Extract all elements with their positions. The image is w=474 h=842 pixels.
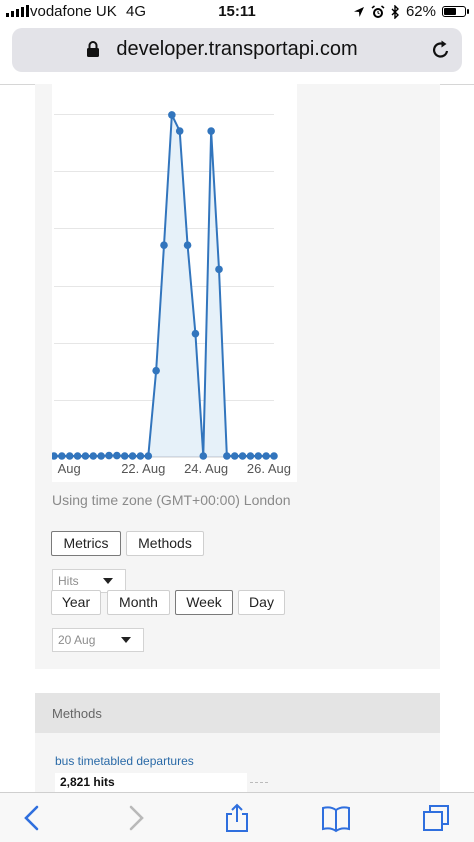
chart-x-tick-label: 26. Aug [247,461,291,476]
chart-data-point [223,452,231,460]
chart-data-point [160,241,168,250]
chart-data-point [215,265,223,274]
metrics-tab[interactable]: Metrics [51,531,121,556]
chart-x-tick-label: 22. Aug [121,461,165,476]
methods-tab[interactable]: Methods [126,531,204,556]
timezone-note: Using time zone (GMT+00:00) London [52,492,291,508]
month-tab[interactable]: Month [107,590,170,615]
week-tab[interactable]: Week [175,590,233,615]
chart-data-point [183,241,192,250]
chart-data-point [238,452,247,460]
day-tab[interactable]: Day [238,590,285,615]
chart-x-tick-label: 24. Aug [184,461,228,476]
battery-icon [442,6,469,17]
chart-data-point [175,127,184,135]
browser-toolbar [0,792,474,842]
chart-x-tick-label: Aug [58,461,81,476]
share-icon[interactable] [222,803,252,833]
chart-data-point [105,451,113,460]
date-select[interactable]: 20 Aug [52,628,144,652]
date-select-value: 20 Aug [58,633,96,647]
chart-data-point [52,452,58,460]
year-tab[interactable]: Year [51,590,101,615]
chart-data-point [144,452,153,460]
chart-data-point [152,366,160,375]
status-bar: vodafone UK 4G 15:11 62% [0,0,474,24]
chart-data-point [207,127,215,135]
url-bar[interactable]: developer.transportapi.com [12,28,462,72]
chevron-down-icon [103,578,113,584]
chart-data-point [120,452,129,460]
status-icons: 62% [353,3,469,20]
back-icon[interactable] [17,803,47,833]
chart-data-point [168,111,176,119]
chart-data-point [199,452,208,460]
chart-data-point [270,452,278,460]
methods-title: Methods [52,706,102,721]
chart-area-fill [54,114,274,456]
chart-data-point [97,452,105,460]
chart-data-point [254,452,263,460]
bookmarks-icon[interactable] [321,803,351,833]
location-arrow-icon [353,6,364,17]
method-hits-divider [250,782,268,783]
method-link[interactable]: bus timetabled departures [55,754,194,768]
method-hits-count: 2,821 hits [60,775,115,789]
chart-data-point [65,452,74,460]
chart-container: Aug 22. Aug 24. Aug 26. Aug [52,84,297,482]
chart-data-point [81,452,90,460]
tabs-icon[interactable] [421,803,451,833]
bluetooth-icon [391,4,399,19]
chart-data-point [128,452,137,460]
chart-data-point [230,452,239,460]
forward-icon[interactable] [121,803,151,833]
battery-percent: 62% [405,3,436,20]
reload-icon[interactable] [430,39,452,61]
chart-data-point [262,452,270,460]
metric-select-value: Hits [58,574,79,588]
chart-data-point [113,451,121,460]
chart-data-point [89,452,98,460]
chart-data-point [191,329,200,338]
chart-data-point [136,452,145,460]
alarm-icon [371,4,385,18]
hits-chart: Aug 22. Aug 24. Aug 26. Aug [52,111,291,476]
url-text[interactable]: developer.transportapi.com [12,38,462,61]
chart-data-point [73,452,82,460]
chevron-down-icon [121,637,131,643]
chart-data-point [58,452,66,460]
chart-data-point [246,452,255,460]
